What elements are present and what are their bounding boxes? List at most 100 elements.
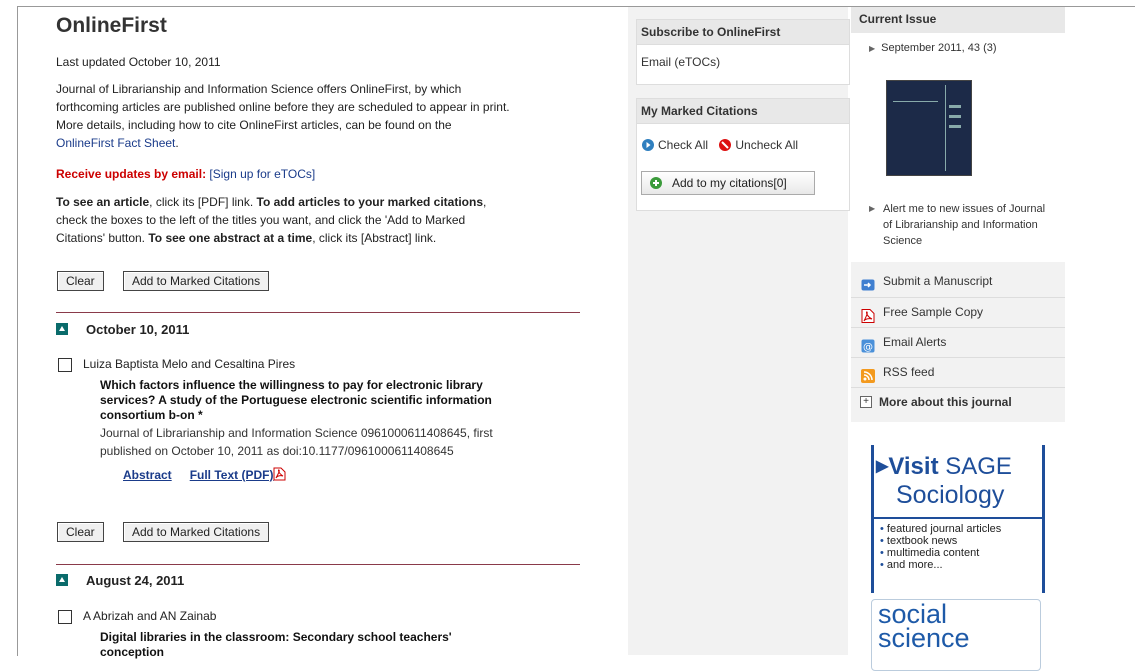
article-title-line: conception <box>100 645 165 659</box>
article-title-line: services? A study of the Portuguese elec… <box>100 393 492 407</box>
rss-feed-link[interactable]: RSS feed <box>851 357 1065 387</box>
uncheck-all-label: Uncheck All <box>735 138 799 152</box>
ad-arrow-icon: ▶ <box>876 458 889 475</box>
email-etocs-link[interactable]: Email (eTOCs) <box>637 45 849 69</box>
add-to-my-citations-label: Add to my citations[0] <box>672 176 787 190</box>
email-alerts-icon: @ <box>861 335 875 353</box>
add-to-marked-citations-button[interactable]: Add to Marked Citations <box>123 271 270 291</box>
add-to-my-citations-button[interactable]: Add to my citations[0] <box>641 171 815 195</box>
instr-text: Citations' button. <box>56 231 149 245</box>
journal-cover-image[interactable] <box>886 80 972 176</box>
check-all-icon <box>642 139 654 151</box>
current-issue-label: September 2011, 43 (3) <box>881 42 997 54</box>
article-title: Digital libraries in the classroom: Seco… <box>100 630 560 660</box>
uncheck-all-icon <box>719 139 732 151</box>
submit-manuscript-label: Submit a Manuscript <box>883 274 993 288</box>
check-all-label: Check All <box>658 138 709 152</box>
email-alerts-link[interactable]: @ Email Alerts <box>851 327 1065 357</box>
article-title-line: Which factors influence the willingness … <box>100 378 483 392</box>
svg-text:@: @ <box>863 342 873 353</box>
ad-bullet: multimedia content <box>886 547 980 559</box>
visit-sage-sociology-ad[interactable]: ▶Visit SAGE Sociology • featured journal… <box>871 445 1045 593</box>
article-citation: Journal of Librarianship and Information… <box>100 424 560 460</box>
section-divider <box>56 312 580 313</box>
marked-citations-header: My Marked Citations <box>637 99 849 124</box>
rss-feed-label: RSS feed <box>883 365 935 379</box>
ad-bullet: featured journal articles <box>886 523 1002 535</box>
free-sample-copy-label: Free Sample Copy <box>883 305 984 319</box>
free-sample-copy-link[interactable]: Free Sample Copy <box>851 297 1065 327</box>
right-sidebar: Current Issue ▶ September 2011, 43 (3) ▶ … <box>851 7 1065 671</box>
alert-line: Science <box>883 235 923 247</box>
more-about-label: More about this journal <box>879 395 1012 409</box>
ad-bullets: • featured journal articles • textbook n… <box>880 523 1002 571</box>
fact-sheet-period: . <box>175 136 179 150</box>
ad-headline: ▶Visit SAGE <box>876 453 1012 481</box>
collapse-toggle-icon[interactable] <box>56 323 68 335</box>
instr-see-article: To see an article <box>56 195 150 209</box>
ad-bullet: textbook news <box>886 535 958 547</box>
full-text-pdf-link[interactable]: Full Text (PDF) <box>190 468 274 482</box>
add-icon <box>650 177 662 189</box>
submit-manuscript-link[interactable]: Submit a Manuscript <box>851 267 1065 296</box>
clear-button[interactable]: Clear <box>57 271 104 291</box>
page-title: OnlineFirst <box>56 14 167 37</box>
section-date-header[interactable]: October 10, 2011 <box>56 322 189 337</box>
social-science-ad[interactable]: social science <box>871 599 1041 671</box>
article-title-line: Digital libraries in the classroom: Seco… <box>100 630 452 644</box>
instr-add: To add articles to your marked citations <box>256 195 484 209</box>
pdf-icon[interactable] <box>273 467 286 481</box>
check-all[interactable]: Check All <box>642 138 708 152</box>
journal-links: Submit a Manuscript Free Sample Copy @ E… <box>851 262 1065 422</box>
email-alerts-label: Email Alerts <box>883 335 947 349</box>
instructions: To see an article, click its [PDF] link.… <box>56 193 586 247</box>
section-date: August 24, 2011 <box>86 573 185 588</box>
add-to-marked-citations-button[interactable]: Add to Marked Citations <box>123 522 270 542</box>
article-checkbox[interactable] <box>58 610 72 624</box>
fact-sheet-link[interactable]: OnlineFirst Fact Sheet <box>56 136 175 150</box>
collapse-toggle-icon[interactable] <box>56 574 68 586</box>
middle-sidebar: Subscribe to OnlineFirst Email (eTOCs) M… <box>628 7 850 655</box>
instr-one-abstract: To see one abstract at a time <box>148 231 313 245</box>
current-issue-link[interactable]: ▶ September 2011, 43 (3) <box>869 42 997 54</box>
alert-line: of Librarianship and Information <box>883 219 1038 231</box>
marked-citations-box: My Marked Citations Check All Uncheck Al… <box>636 98 850 211</box>
signup-etocs-link[interactable]: [Sign up for eTOCs] <box>209 167 315 181</box>
intro-paragraph: Journal of Librarianship and Information… <box>56 80 586 152</box>
submit-manuscript-icon <box>861 274 875 291</box>
clear-button[interactable]: Clear <box>57 522 104 542</box>
subscribe-header: Subscribe to OnlineFirst <box>637 20 849 45</box>
ad-sage: SAGE <box>945 453 1012 480</box>
last-updated: Last updated October 10, 2011 <box>56 55 221 69</box>
ad-visit: Visit <box>888 453 939 480</box>
current-issue-header: Current Issue <box>851 7 1065 33</box>
more-about-journal[interactable]: + More about this journal <box>851 387 1065 418</box>
section-date: October 10, 2011 <box>86 322 190 337</box>
receive-updates: Receive updates by email: [Sign up for e… <box>56 165 586 183</box>
uncheck-all[interactable]: Uncheck All <box>719 138 798 152</box>
article-citation-line: Journal of Librarianship and Information… <box>100 426 493 440</box>
instr-line: check the boxes to the left of the title… <box>56 213 466 227</box>
intro-line: Journal of Librarianship and Information… <box>56 82 462 96</box>
pdf-icon <box>861 305 875 323</box>
article-authors: Luiza Baptista Melo and Cesaltina Pires <box>83 357 296 371</box>
instr-text: , <box>483 195 487 209</box>
arrow-icon: ▶ <box>869 44 876 53</box>
arrow-icon: ▶ <box>869 204 876 213</box>
expand-plus-icon[interactable]: + <box>860 396 872 408</box>
alert-line: Alert me to new issues of Journal <box>883 203 1046 215</box>
subscribe-box: Subscribe to OnlineFirst Email (eTOCs) <box>636 19 850 85</box>
section-date-header[interactable]: August 24, 2011 <box>56 573 184 588</box>
abstract-link[interactable]: Abstract <box>123 468 172 482</box>
ad-science: science <box>878 623 970 653</box>
alert-new-issues-link[interactable]: ▶ Alert me to new issues of Journal of L… <box>869 201 1059 249</box>
article-checkbox[interactable] <box>58 358 72 372</box>
ad-bullet: and more... <box>886 559 943 571</box>
check-controls: Check All Uncheck All <box>637 124 849 152</box>
section-divider <box>56 564 580 565</box>
instr-text: , click its [PDF] link. <box>149 195 257 209</box>
receive-updates-label: Receive updates by email: <box>56 167 207 181</box>
article-citation-line: published on October 10, 2011 as doi:10.… <box>100 444 454 458</box>
instr-text: , click its [Abstract] link. <box>312 231 437 245</box>
ad-sociology: Sociology <box>896 481 1005 509</box>
